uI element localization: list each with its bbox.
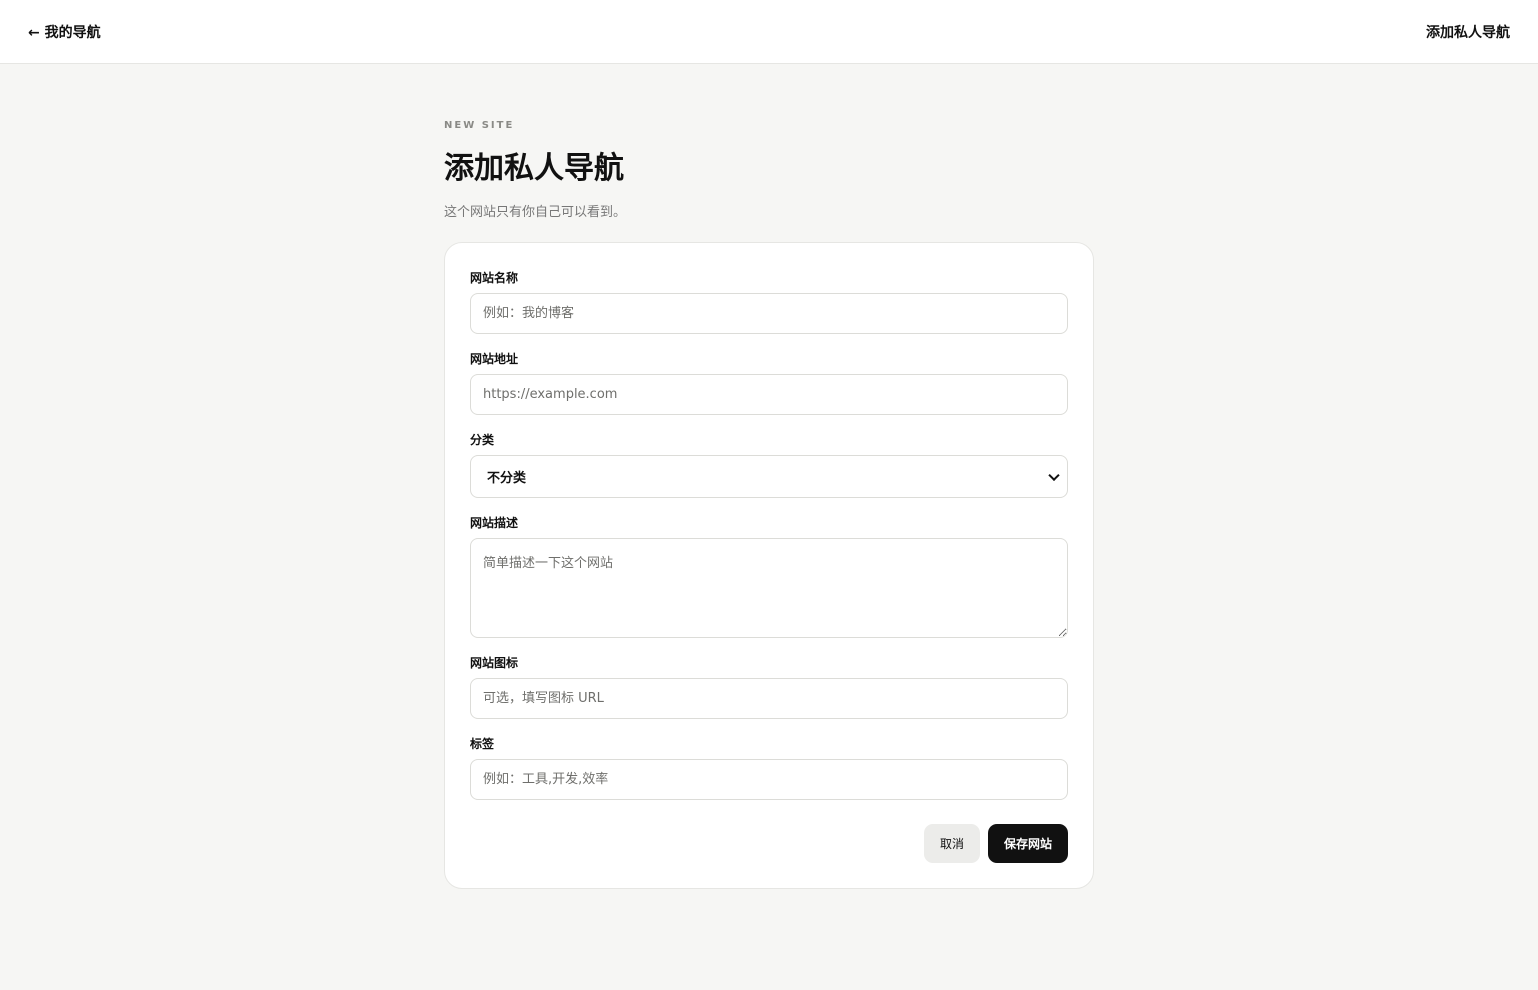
site-name-field: 网站名称 <box>470 269 1068 334</box>
chevron-down-icon <box>1048 469 1060 481</box>
page-title: 添加私人导航 <box>444 151 624 186</box>
page-subtitle: 这个网站只有你自己可以看到。 <box>444 205 627 220</box>
top-navigation-bar: ← 我的导航 添加私人导航 <box>0 0 1538 64</box>
site-description-field: 网站描述 <box>470 514 1068 638</box>
tags-input[interactable] <box>470 759 1068 800</box>
tags-field: 标签 <box>470 735 1068 800</box>
site-name-label: 网站名称 <box>470 271 519 285</box>
save-site-button[interactable]: 保存网站 <box>987 824 1068 863</box>
page-container: NEW SITE 添加私人导航 这个网站只有你自己可以看到。 网站名称 网站地址… <box>444 64 1094 889</box>
category-select[interactable]: 不分类 <box>470 455 1068 498</box>
site-url-input[interactable] <box>470 374 1068 415</box>
site-description-textarea[interactable] <box>470 538 1068 638</box>
site-icon-label: 网站图标 <box>470 656 519 670</box>
form-actions: 取消 保存网站 <box>470 824 1068 863</box>
topbar-title: 添加私人导航 <box>1426 24 1510 41</box>
eyebrow-label: NEW SITE <box>444 120 515 131</box>
tags-label: 标签 <box>470 737 495 751</box>
site-description-label: 网站描述 <box>470 516 519 530</box>
category-selected-value: 不分类 <box>487 471 527 486</box>
site-url-label: 网站地址 <box>470 352 519 366</box>
site-name-input[interactable] <box>470 293 1068 334</box>
add-site-form-card: 网站名称 网站地址 分类 不分类 网站描述 网站图标 标签 取消 <box>444 242 1094 889</box>
cancel-button[interactable]: 取消 <box>923 824 980 863</box>
site-icon-field: 网站图标 <box>470 654 1068 719</box>
back-to-my-nav-link[interactable]: ← 我的导航 <box>28 22 101 42</box>
category-field: 分类 不分类 <box>470 431 1068 498</box>
site-icon-input[interactable] <box>470 678 1068 719</box>
site-url-field: 网站地址 <box>470 350 1068 415</box>
category-label: 分类 <box>470 433 495 447</box>
